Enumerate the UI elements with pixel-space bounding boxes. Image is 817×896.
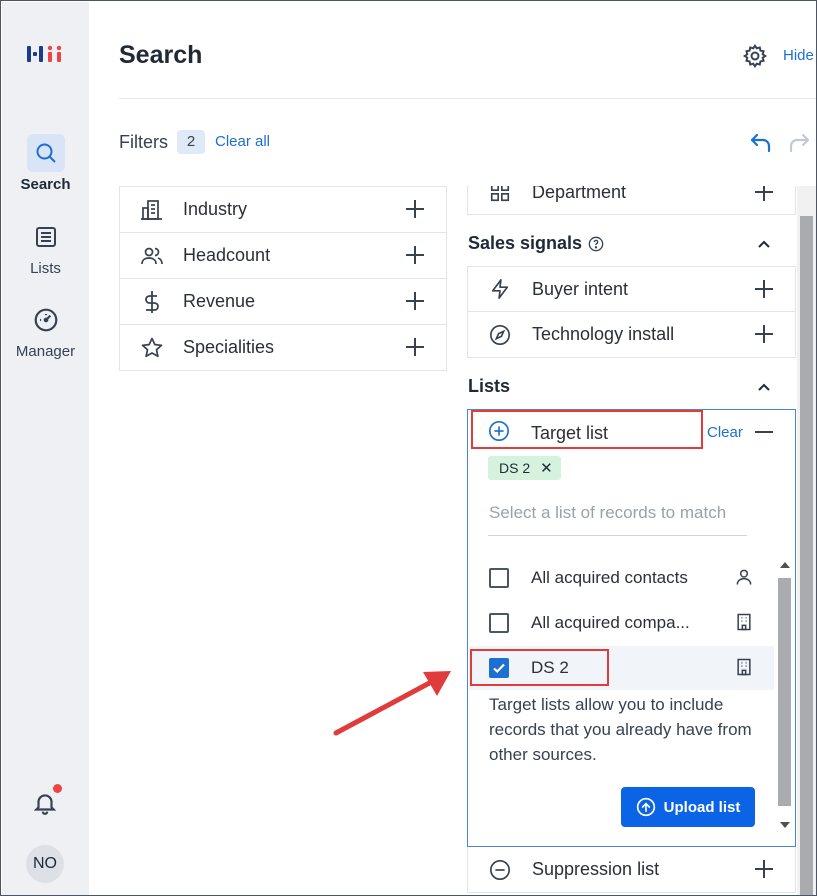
- options-scrollbar[interactable]: [775, 554, 793, 836]
- person-icon: [736, 569, 752, 585]
- sales-signals-section[interactable]: Sales signals: [468, 233, 604, 254]
- lists-section[interactable]: Lists: [468, 376, 510, 397]
- search-icon: [26, 134, 65, 172]
- annotation-arrow-icon: [333, 671, 451, 736]
- nav-manager[interactable]: Manager: [2, 301, 89, 360]
- upload-cloud-icon: [636, 797, 655, 817]
- option-all-acquired-companies[interactable]: All acquired compa...: [469, 601, 774, 645]
- checkbox[interactable]: [489, 613, 509, 633]
- filter-buyer-intent-label: Buyer intent: [532, 278, 629, 299]
- right-filter-column: Department Sales signals Buyer intent Te…: [467, 186, 797, 895]
- building-icon: [140, 198, 164, 222]
- filter-technology-install[interactable]: Technology install: [467, 312, 796, 358]
- filter-department[interactable]: Department: [467, 186, 796, 215]
- nav-search-label: Search: [20, 176, 71, 193]
- upload-list-label: Upload list: [663, 798, 741, 816]
- plus-icon[interactable]: [406, 246, 424, 264]
- filters-label: Filters: [119, 132, 168, 152]
- filter-revenue-label: Revenue: [183, 291, 256, 311]
- company-icon: [737, 658, 751, 676]
- chevron-up-icon[interactable]: [757, 380, 771, 394]
- scroll-up-arrow-icon[interactable]: [780, 562, 790, 568]
- upload-list-button[interactable]: Upload list: [621, 787, 755, 827]
- app-logo[interactable]: [26, 42, 66, 66]
- option-label: All acquired compa...: [531, 613, 690, 632]
- scroll-down-arrow-icon[interactable]: [780, 822, 790, 828]
- nav-search[interactable]: Search: [2, 134, 89, 193]
- compass-icon: [488, 323, 512, 347]
- dashboard-gauge-icon: [27, 301, 65, 339]
- scrollbar-thumb[interactable]: [778, 578, 791, 806]
- clear-all-link[interactable]: Clear all: [215, 133, 270, 150]
- dollar-icon: [140, 290, 164, 314]
- filter-list: Industry Headcount Revenue Specialities: [119, 186, 447, 371]
- chevron-up-icon[interactable]: [757, 237, 771, 251]
- company-icon: [737, 613, 751, 631]
- filter-specialities-label: Specialities: [183, 337, 275, 357]
- target-list-panel: Target list Clear DS 2 ✕ Select a list o…: [467, 409, 796, 847]
- list-icon: [27, 218, 65, 256]
- notifications-bell-icon[interactable]: [32, 784, 62, 818]
- filter-buyer-intent[interactable]: Buyer intent: [467, 266, 796, 312]
- chip-label: DS 2: [499, 460, 531, 476]
- grid-icon: [488, 186, 512, 204]
- undo-icon[interactable]: [749, 131, 773, 160]
- plus-icon[interactable]: [755, 186, 773, 201]
- notification-dot: [53, 784, 62, 793]
- lightning-icon: [488, 277, 512, 301]
- checkbox[interactable]: [489, 568, 509, 588]
- minus-icon[interactable]: [755, 431, 773, 433]
- plus-icon[interactable]: [406, 200, 424, 218]
- option-all-acquired-contacts[interactable]: All acquired contacts: [469, 556, 774, 600]
- plus-icon[interactable]: [755, 860, 773, 878]
- selected-list-chip: DS 2 ✕: [488, 456, 561, 480]
- close-icon[interactable]: ✕: [540, 459, 553, 477]
- target-list-label[interactable]: Target list: [531, 423, 608, 444]
- plus-icon[interactable]: [406, 292, 424, 310]
- filters-count-badge: 2: [177, 130, 205, 154]
- filter-headcount[interactable]: Headcount: [120, 232, 446, 278]
- star-icon: [140, 336, 164, 360]
- option-label: All acquired contacts: [531, 568, 688, 587]
- filter-industry-label: Industry: [183, 199, 248, 219]
- user-avatar[interactable]: NO: [26, 845, 64, 883]
- filter-department-label: Department: [532, 186, 627, 202]
- plus-icon[interactable]: [755, 325, 773, 343]
- filter-industry[interactable]: Industry: [120, 186, 446, 232]
- minus-circle-icon: [488, 858, 512, 882]
- plus-circle-icon: [489, 421, 509, 441]
- left-rail: Search Lists Manager NO: [2, 2, 89, 895]
- nav-lists-label: Lists: [30, 260, 61, 277]
- app-window: Search Lists Manager NO Search Hide Filt…: [0, 0, 817, 896]
- people-icon: [140, 244, 164, 268]
- plus-icon[interactable]: [755, 280, 773, 298]
- filter-suppression-list[interactable]: Suppression list: [467, 847, 796, 893]
- input-underline: [488, 535, 747, 536]
- lists-heading: Lists: [468, 376, 511, 396]
- redo-icon[interactable]: [787, 131, 811, 160]
- header-divider: [119, 98, 816, 99]
- sales-signals-heading: Sales signals: [468, 233, 583, 253]
- highlight-box-ds-2: [470, 649, 609, 686]
- plus-icon[interactable]: [406, 338, 424, 356]
- filter-revenue[interactable]: Revenue: [120, 278, 446, 324]
- filter-specialities[interactable]: Specialities: [120, 324, 446, 370]
- gear-icon[interactable]: [742, 43, 768, 74]
- filter-suppression-list-label: Suppression list: [532, 859, 660, 879]
- clear-target-list-link[interactable]: Clear: [707, 424, 743, 441]
- target-list-help-text: Target lists allow you to include record…: [489, 695, 752, 764]
- nav-manager-label: Manager: [15, 343, 76, 360]
- list-select-input[interactable]: Select a list of records to match: [489, 503, 726, 523]
- filter-headcount-label: Headcount: [183, 245, 271, 265]
- page-scrollbar[interactable]: [797, 186, 816, 895]
- page-scrollbar-thumb[interactable]: [800, 216, 813, 895]
- nav-lists[interactable]: Lists: [2, 218, 89, 277]
- filter-technology-install-label: Technology install: [532, 324, 675, 344]
- help-circle-icon[interactable]: [588, 236, 604, 252]
- hide-link[interactable]: Hide: [783, 47, 814, 64]
- page-title: Search: [119, 41, 203, 69]
